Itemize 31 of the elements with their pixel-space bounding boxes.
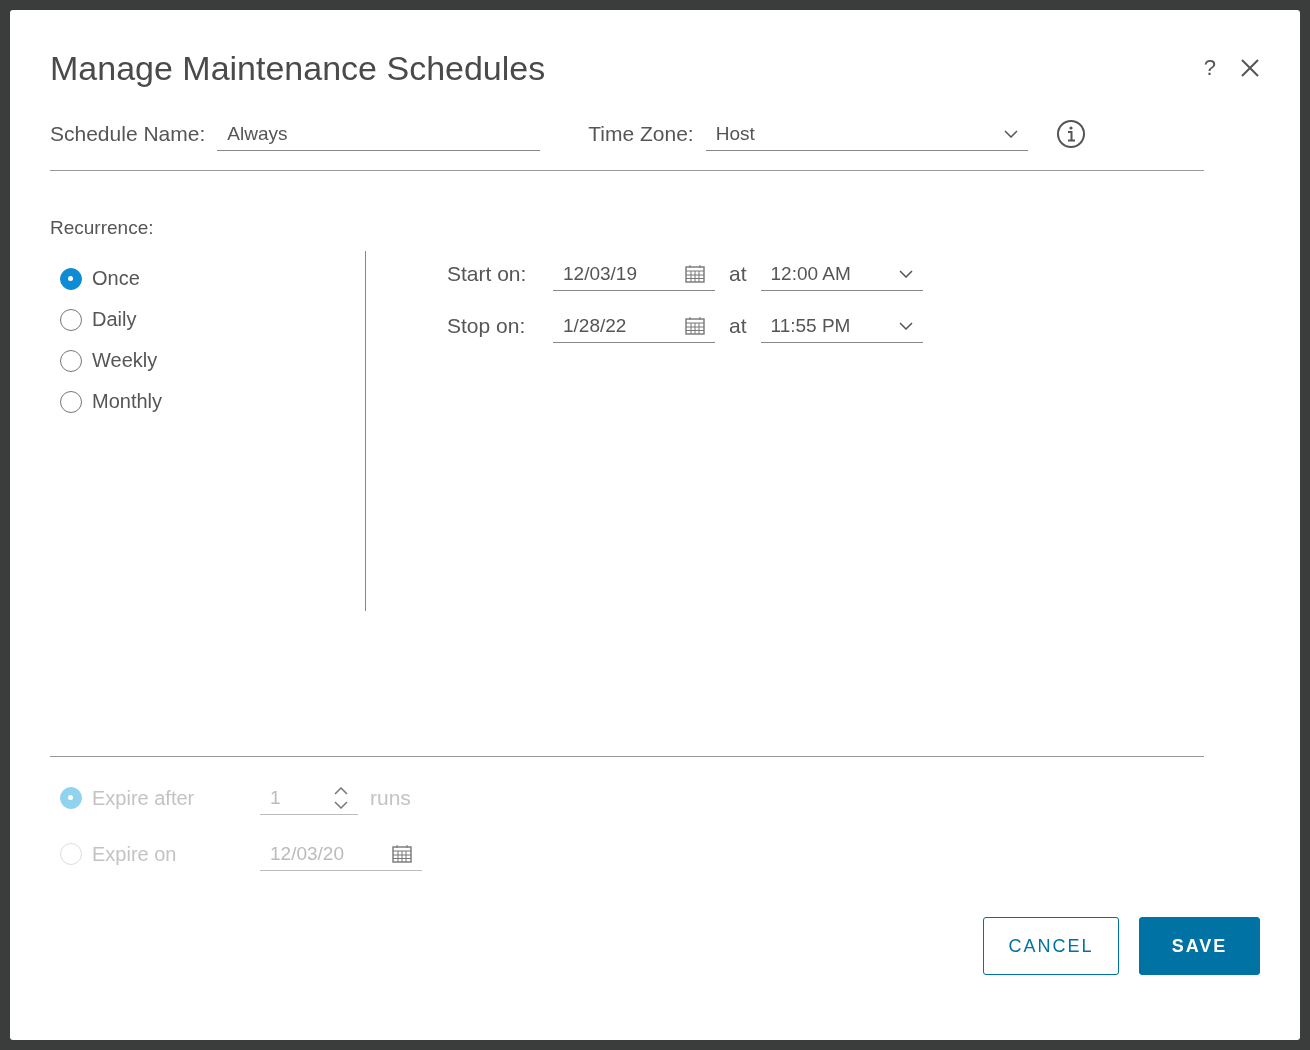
date-field[interactable]: 1/28/22 — [553, 309, 715, 343]
field-label: Time Zone: — [588, 122, 694, 146]
schedule-name-field[interactable]: Always — [217, 117, 541, 151]
at-label: at — [729, 262, 747, 286]
date-label: Start on: — [447, 262, 528, 286]
calendar-icon[interactable] — [392, 844, 412, 863]
at-label: at — [729, 314, 747, 338]
chevron-down-icon — [1003, 129, 1018, 138]
recurrence-radio[interactable]: Weekly — [60, 349, 365, 372]
recurrence-radio[interactable]: Monthly — [60, 390, 365, 413]
calendar-icon[interactable] — [685, 316, 705, 335]
time-select[interactable]: 12:00 AM — [760, 257, 923, 291]
field-label: Schedule Name: — [50, 122, 206, 146]
save-button[interactable]: SAVE — [1139, 917, 1260, 975]
spinner-arrows-icon[interactable] — [334, 786, 348, 809]
chevron-down-icon — [898, 321, 913, 330]
dialog-title: Manage Maintenance Schedules — [50, 48, 546, 88]
runs-label: runs — [370, 786, 411, 810]
recurrence-label: Recurrence: — [50, 217, 155, 239]
date-label: Stop on: — [447, 314, 527, 338]
recurrence-radio[interactable]: Once — [60, 267, 365, 290]
time-zone-select[interactable]: Host — [705, 117, 1028, 151]
close-icon[interactable] — [1240, 58, 1260, 78]
date-field[interactable]: 12/03/19 — [553, 257, 715, 291]
time-select[interactable]: 11:55 PM — [760, 309, 923, 343]
chevron-down-icon — [898, 269, 913, 278]
calendar-icon[interactable] — [685, 264, 705, 283]
cancel-button[interactable]: CANCEL — [983, 917, 1119, 975]
recurrence-radio[interactable]: Daily — [60, 308, 365, 331]
help-button[interactable]: ? — [1203, 55, 1216, 81]
info-icon[interactable] — [1055, 119, 1086, 149]
